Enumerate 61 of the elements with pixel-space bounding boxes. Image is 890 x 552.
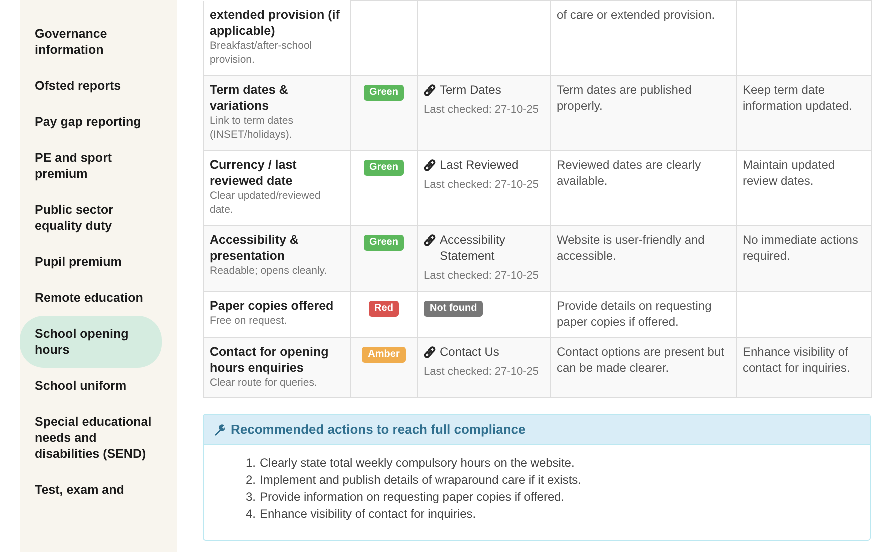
finding-text: of care or extended provision. (557, 8, 716, 22)
sidebar-item[interactable]: Pay gap reporting (20, 104, 162, 140)
action-text: Enhance visibility of contact for inquiries. (743, 344, 850, 374)
status-badge: Red (368, 300, 400, 316)
status-badge: Green (364, 160, 404, 176)
item-number: 3. (246, 489, 256, 506)
last-checked: Last checked: 27-10-25 (424, 178, 540, 192)
link-icon (424, 84, 436, 96)
item-title: extended provision (if applicable) (210, 6, 341, 38)
action-item: Enhance visibility of contact for inquiries. (260, 506, 476, 523)
last-checked: Last checked: 27-10-25 (424, 364, 540, 380)
evidence-link[interactable]: Last Reviewed (440, 156, 519, 172)
link-icon (424, 234, 436, 246)
link-icon (424, 158, 436, 172)
item-note: Breakfast/after-school provision. (210, 38, 314, 68)
action-text: Keep term date information updated. (743, 82, 852, 112)
evidence-link[interactable]: Accessibility Statement (440, 232, 544, 264)
sidebar-item[interactable]: School opening hours (20, 316, 162, 368)
action-item: Implement and publish details of wraparound care if it exists. (260, 472, 582, 489)
status-badge: Green (364, 84, 404, 100)
action-item: Clearly state total weekly compulsory hours on the website. (260, 455, 575, 472)
finding-text: Provide details on requesting paper copies if offered. (557, 298, 712, 328)
sidebar-item[interactable]: Public sector equality duty (20, 192, 162, 244)
sidebar-item[interactable]: Ofsted reports (20, 68, 162, 104)
evidence-link[interactable]: Term Dates (440, 82, 502, 98)
sidebar-item[interactable]: Special educational needs and disabilities (SEND) (20, 404, 162, 472)
evidence-link[interactable]: Contact Us (440, 344, 500, 360)
item-note: Clear route for queries. (210, 376, 318, 390)
item-note: Readable; opens cleanly. (210, 264, 328, 278)
panel-title: Recommended actions to reach full compliance (231, 422, 526, 437)
finding-text: Contact options are present but can be made clearer. (557, 344, 724, 374)
last-checked: Last checked: 27-10-25 (424, 102, 540, 118)
sidebar-item[interactable]: School uniform (20, 368, 162, 404)
action-text: Maintain updated review dates. (743, 158, 836, 188)
status-badge: Amber (362, 346, 406, 362)
item-title: Paper copies offered (210, 298, 335, 314)
item-note: Free on request. (210, 314, 288, 328)
status-badge: Green (364, 234, 404, 250)
item-title: Contact for opening hours enquiries (210, 344, 330, 376)
item-number: 4. (246, 506, 256, 523)
last-checked: Last checked: 27-10-25 (424, 268, 540, 284)
action-item: Provide information on requesting paper copies if offered. (260, 489, 565, 506)
item-number: 2. (246, 472, 256, 489)
not-found-badge: Not found (424, 300, 484, 316)
item-note: Link to term dates (INSET/holidays). (210, 114, 294, 142)
sidebar-item[interactable]: Pupil premium (20, 244, 162, 280)
sidebar-item[interactable]: Test, exam and (20, 472, 162, 508)
link-icon (424, 346, 436, 358)
sidebar-item[interactable]: PE and sport premium (20, 140, 162, 192)
finding-text: Reviewed dates are clearly available. (557, 158, 702, 188)
action-text: No immediate actions required. (743, 232, 858, 262)
finding-text: Term dates are published properly. (557, 82, 692, 112)
sidebar-item[interactable]: Remote education (20, 280, 162, 316)
item-title: Currency / last reviewed date (210, 156, 298, 188)
wrench-icon (214, 424, 226, 436)
sidebar-item[interactable]: Governance information (20, 16, 162, 68)
item-title: Term dates & variations (210, 82, 290, 114)
item-title: Accessibility & presentation (210, 232, 300, 264)
item-number: 1. (246, 455, 256, 472)
item-note: Clear updated/reviewed date. (210, 188, 322, 218)
finding-text: Website is user-friendly and accessible. (557, 232, 705, 262)
